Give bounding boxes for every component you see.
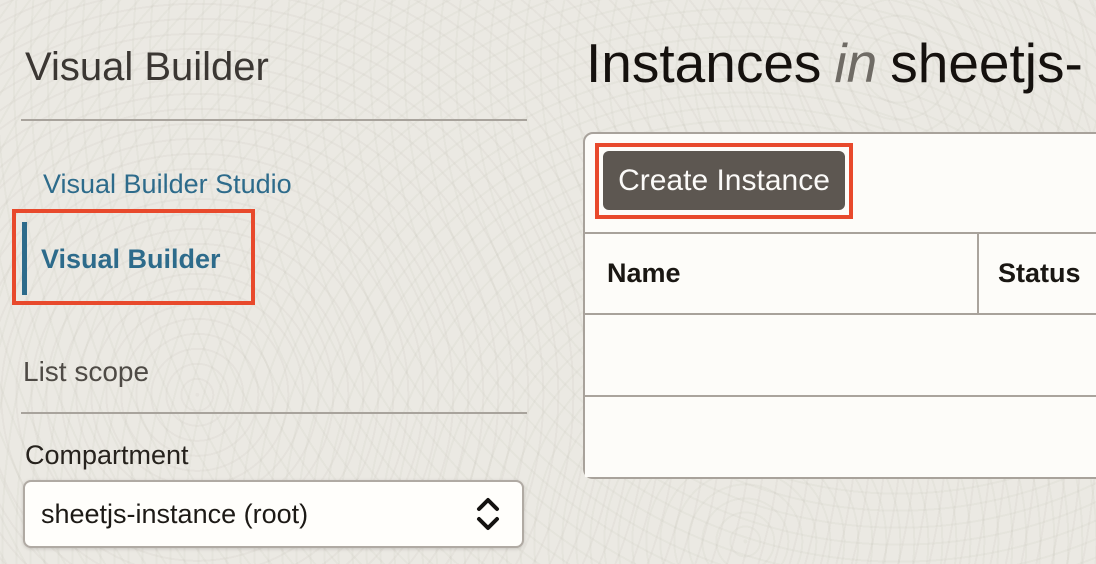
- page-title: Instances in sheetjs-: [586, 31, 1083, 95]
- chevron-up-down-icon: [477, 498, 499, 530]
- list-scope-heading: List scope: [23, 356, 150, 387]
- table-header-row: Name Status: [585, 232, 1096, 315]
- compartment-select-value: sheetjs-instance (root): [41, 498, 309, 529]
- sidebar-divider-top: [21, 119, 527, 121]
- table-row: [585, 315, 1096, 397]
- table-row: [585, 397, 1096, 477]
- instances-table-panel: Create Instance Name Status: [583, 132, 1096, 479]
- compartment-select[interactable]: sheetjs-instance (root): [23, 480, 524, 548]
- sidebar-title: Visual Builder: [25, 45, 269, 89]
- sidebar-divider-bottom: [21, 412, 527, 414]
- selected-item-indicator-bar: [22, 222, 27, 295]
- column-header-status[interactable]: Status: [979, 234, 1096, 313]
- page-title-compartment-name: sheetjs-: [890, 32, 1083, 94]
- compartment-label: Compartment: [25, 440, 189, 470]
- sidebar-item-visual-builder-studio[interactable]: Visual Builder Studio: [43, 169, 292, 200]
- page-title-in: in: [834, 32, 878, 94]
- page-title-instances: Instances: [586, 32, 822, 94]
- column-header-name[interactable]: Name: [585, 234, 979, 313]
- sidebar-item-visual-builder[interactable]: Visual Builder: [41, 244, 221, 275]
- create-instance-button[interactable]: Create Instance: [603, 151, 845, 210]
